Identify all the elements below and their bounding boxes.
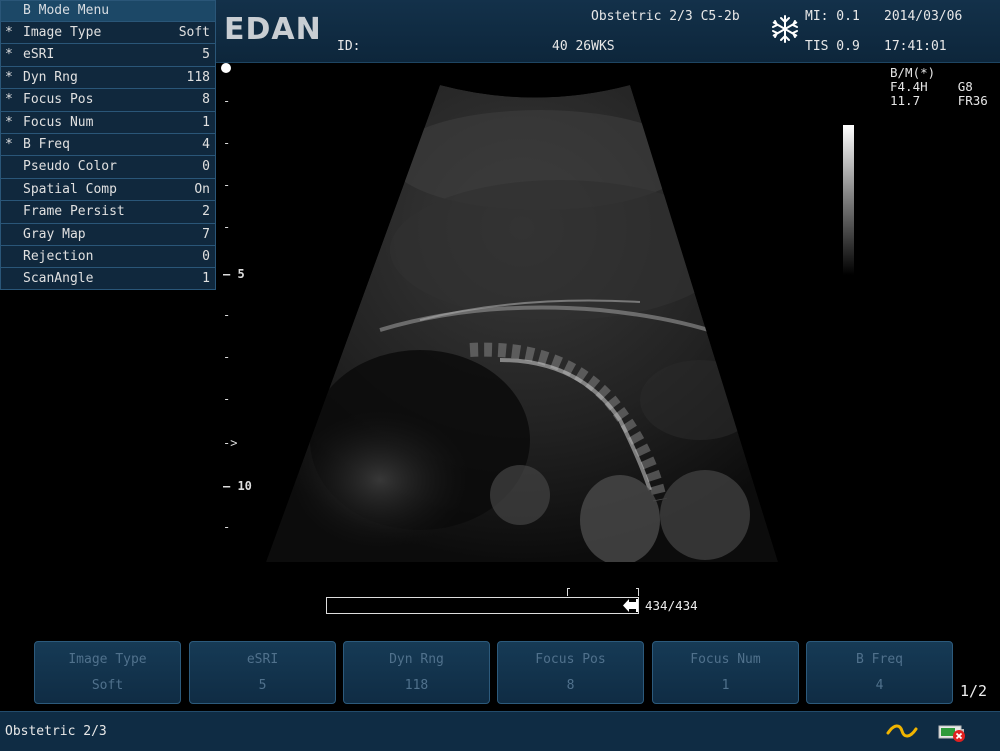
softkey-value: 118: [404, 678, 429, 693]
cine-arrow-icon[interactable]: [622, 598, 638, 613]
softkey-image-type[interactable]: Image Type Soft: [34, 641, 181, 704]
softkey-b-freq[interactable]: B Freq 4: [806, 641, 953, 704]
ac-power-icon: [886, 724, 918, 738]
softkey-label: Image Type: [68, 652, 147, 667]
depth-tick: -: [223, 136, 231, 150]
softkey-focus-pos[interactable]: Focus Pos 8: [497, 641, 644, 704]
depth-tick: -: [223, 350, 231, 364]
softkey-label: eSRI: [246, 652, 279, 667]
softkey-value: 1: [721, 678, 730, 693]
depth-tick: -: [223, 308, 231, 322]
softkey-value: 5: [258, 678, 267, 693]
softkey-value: Soft: [91, 678, 124, 693]
cine-bracket: [567, 588, 639, 596]
cine-progress-bar[interactable]: [326, 597, 639, 614]
battery-icon: [938, 725, 965, 742]
imaging-params: B/M(*) F4.4H G8 11.7 FR36: [890, 66, 988, 108]
depth-label-10: — 10: [223, 479, 252, 493]
softkey-focus-num[interactable]: Focus Num 1: [652, 641, 799, 704]
depth-value: 5: [237, 267, 245, 281]
focus-marker: ->: [223, 436, 238, 450]
softkey-label: Dyn Rng: [389, 652, 444, 667]
depth-tick: -: [223, 520, 231, 534]
softkey-label: B Freq: [856, 652, 903, 667]
image-area: - - - - — 5 - - - -> — 10 -: [221, 63, 1000, 624]
status-bar: Obstetric 2/3: [0, 711, 1000, 751]
depth-tick: -: [223, 178, 231, 192]
depth-label-5: — 5: [223, 267, 245, 281]
param-depth-framerate: 11.7 FR36: [890, 93, 988, 108]
softkey-label: Focus Pos: [535, 652, 606, 667]
param-freq-gain: F4.4H G8: [890, 79, 973, 94]
grayscale-bar: [843, 125, 854, 275]
exam-type-status: Obstetric 2/3: [5, 724, 107, 739]
softkey-page-indicator[interactable]: 1/2: [960, 682, 987, 700]
softkey-value: 4: [875, 678, 884, 693]
depth-tick: -: [223, 392, 231, 406]
depth-tick: -: [223, 220, 231, 234]
param-mode: B/M(*): [890, 65, 936, 80]
depth-value: 10: [237, 479, 252, 493]
softkey-dyn-rng[interactable]: Dyn Rng 118: [343, 641, 490, 704]
scan-direction-marker: [221, 63, 231, 73]
cine-frame-count: 434/434: [645, 598, 698, 613]
softkey-label: Focus Num: [690, 652, 761, 667]
depth-tick: -: [223, 94, 231, 108]
softkey-value: 8: [566, 678, 575, 693]
softkey-esri[interactable]: eSRI 5: [189, 641, 336, 704]
